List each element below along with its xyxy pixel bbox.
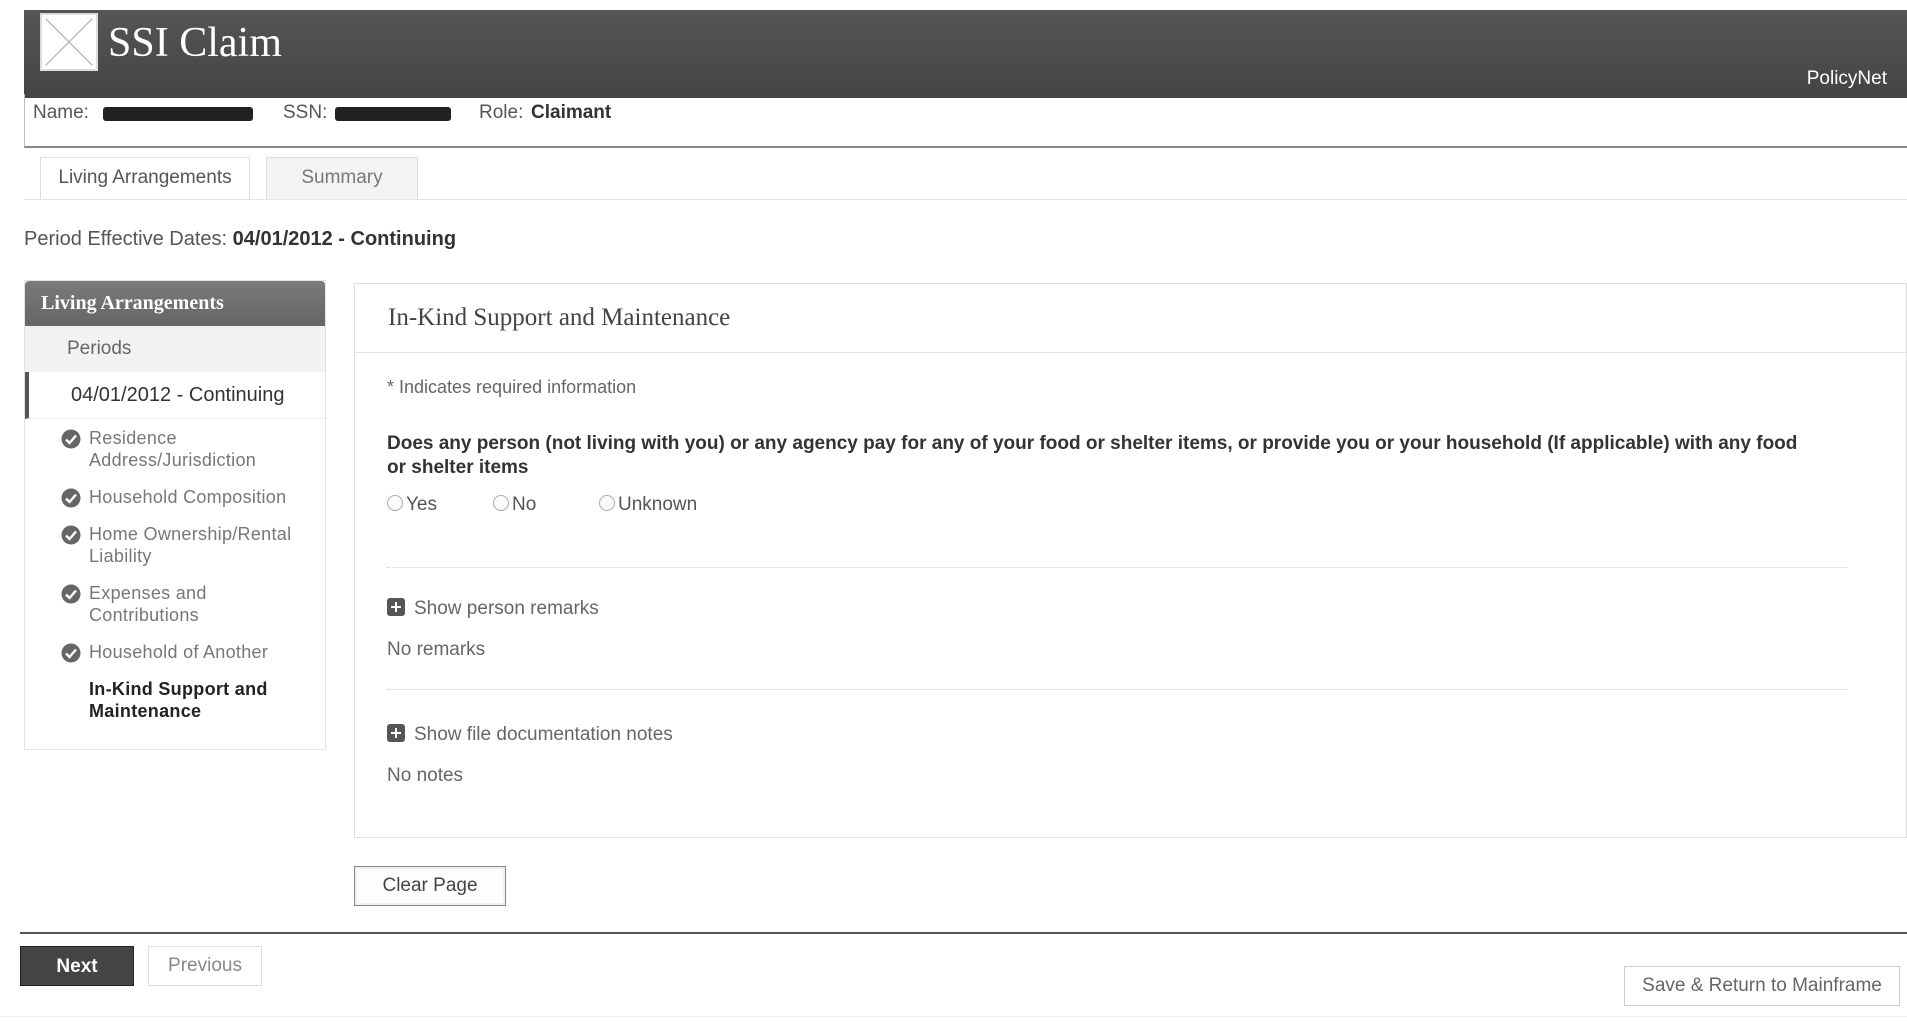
claimant-info-bar: Name: SSN: Role: Claimant <box>24 94 1907 148</box>
main-panel: In-Kind Support and Maintenance * Indica… <box>354 283 1907 838</box>
sidebar-item-expenses[interactable]: Expenses and Contributions <box>25 582 325 626</box>
check-circle-icon <box>61 584 81 604</box>
sidebar-item-label: Household of Another <box>89 642 269 662</box>
save-return-mainframe-button[interactable]: Save & Return to Mainframe <box>1624 966 1900 1006</box>
x-logo-icon <box>40 13 98 71</box>
tabs-divider <box>24 199 1907 200</box>
radio-unknown-label: Unknown <box>618 494 698 515</box>
sidebar-item-label: Household Composition <box>89 487 287 507</box>
plus-icon <box>387 724 405 742</box>
check-circle-icon <box>61 488 81 508</box>
section-divider <box>387 689 1847 690</box>
tab-summary[interactable]: Summary <box>266 157 418 199</box>
role-value: Claimant <box>531 102 612 123</box>
radio-circle-icon[interactable] <box>599 495 615 511</box>
sidebar-item-in-kind-support[interactable]: In-Kind Support and Maintenance <box>25 678 325 722</box>
policynet-link[interactable]: PolicyNet <box>1807 68 1887 90</box>
check-circle-icon <box>61 429 81 449</box>
page-title: In-Kind Support and Maintenance <box>355 284 1906 353</box>
sidebar-item-household-composition[interactable]: Household Composition <box>25 486 325 508</box>
sidebar-selected-period[interactable]: 04/01/2012 - Continuing <box>25 372 325 419</box>
sidebar-item-label: Home Ownership/Rental Liability <box>89 524 292 566</box>
radio-circle-icon[interactable] <box>387 495 403 511</box>
clear-page-button[interactable]: Clear Page <box>354 866 506 906</box>
sidebar-heading: Living Arrangements <box>25 281 325 326</box>
app-header: SSI Claim PolicyNet <box>24 10 1907 98</box>
show-person-remarks-label: Show person remarks <box>414 598 599 619</box>
radio-yes[interactable]: Yes <box>387 494 437 516</box>
check-circle-icon <box>61 525 81 545</box>
sidebar-item-label: Residence Address/Jurisdiction <box>89 428 257 470</box>
footer-divider <box>20 932 1907 934</box>
show-person-remarks-toggle[interactable]: Show person remarks <box>387 598 599 620</box>
next-button[interactable]: Next <box>20 946 134 986</box>
ssn-redacted <box>335 107 451 121</box>
file-notes-value: No notes <box>387 765 464 786</box>
sidebar-item-home-ownership[interactable]: Home Ownership/Rental Liability <box>25 523 325 567</box>
section-divider <box>387 567 1847 568</box>
radio-unknown[interactable]: Unknown <box>599 494 697 516</box>
show-file-notes-label: Show file documentation notes <box>414 724 673 745</box>
check-circle-icon <box>61 643 81 663</box>
sidebar-item-household-of-another[interactable]: Household of Another <box>25 641 325 663</box>
period-value: 04/01/2012 - Continuing <box>232 228 457 250</box>
radio-no[interactable]: No <box>493 494 536 516</box>
tab-living-arrangements[interactable]: Living Arrangements <box>40 157 250 199</box>
name-redacted <box>103 107 253 121</box>
sidebar-item-residence[interactable]: Residence Address/Jurisdiction <box>25 427 325 471</box>
radio-yes-label: Yes <box>406 494 437 515</box>
question-text: Does any person (not living with you) or… <box>387 433 1798 478</box>
page-bottom-border <box>0 1016 1907 1017</box>
required-info-note: * Indicates required information <box>387 377 637 397</box>
app-title: SSI Claim <box>108 20 282 66</box>
sidebar-item-label: Expenses and Contributions <box>89 583 207 625</box>
ssn-label: SSN: <box>283 102 328 123</box>
name-label: Name: <box>33 102 89 123</box>
radio-no-label: No <box>512 494 537 515</box>
period-label: Period Effective Dates: <box>24 228 228 250</box>
person-remarks-value: No remarks <box>387 639 486 660</box>
sidebar-nav: Living Arrangements Periods 04/01/2012 -… <box>24 280 326 750</box>
sidebar-periods-label: Periods <box>25 326 325 372</box>
period-effective-dates: Period Effective Dates: 04/01/2012 - Con… <box>24 228 456 251</box>
sidebar-item-label: In-Kind Support and Maintenance <box>89 679 268 721</box>
plus-icon <box>387 598 405 616</box>
radio-circle-icon[interactable] <box>493 495 509 511</box>
previous-button[interactable]: Previous <box>148 946 262 986</box>
show-file-notes-toggle[interactable]: Show file documentation notes <box>387 724 673 746</box>
role-label: Role: <box>479 102 524 123</box>
